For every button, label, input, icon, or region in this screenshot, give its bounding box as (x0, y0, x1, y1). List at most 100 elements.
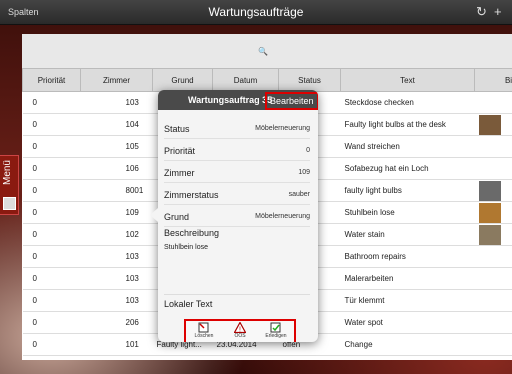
cell-prio: 0 (22, 333, 81, 356)
column-header[interactable]: Text (340, 68, 475, 92)
detail-key: Zimmerstatus (164, 190, 219, 200)
cell-text: Malerarbeiten (340, 267, 475, 290)
top-bar: Spalten Wartungsaufträge ↻ + (0, 0, 512, 25)
detail-row-room-status: Zimmerstatus sauber (164, 184, 310, 205)
cell-image (474, 267, 512, 290)
column-header[interactable]: Status (278, 68, 341, 92)
cell-zimmer: 206 (80, 311, 153, 334)
cell-prio: 0 (22, 245, 81, 268)
detail-key: Priorität (164, 146, 196, 156)
page-title: Wartungsaufträge (208, 5, 304, 19)
cell-image (474, 135, 512, 158)
cell-prio: 0 (22, 223, 81, 246)
cell-text: Faulty light bulbs at the desk (340, 113, 475, 136)
cell-zimmer: 101 (80, 333, 153, 356)
column-header[interactable]: Datum (212, 68, 279, 92)
side-menu-tab[interactable]: Menü (0, 155, 19, 215)
detail-value: sauber (288, 191, 310, 198)
cell-image (474, 157, 512, 180)
complete-label: Erledigen (265, 333, 287, 339)
cell-image (474, 223, 512, 246)
cell-text: Change (340, 333, 475, 356)
cell-image (474, 91, 512, 114)
cell-prio: 0 (22, 179, 81, 202)
detail-row-reason: Grund Möbelerneuerung (164, 206, 310, 227)
order-detail-popover: Wartungsauftrag 35 Bearbeiten Status Möb… (158, 90, 318, 342)
cell-prio: 0 (22, 157, 81, 180)
popover-title: Wartungsauftrag 35 (188, 95, 273, 105)
delete-button[interactable]: Löschen (190, 322, 218, 342)
warning-icon: ! (234, 322, 246, 333)
cell-zimmer: 106 (80, 157, 153, 180)
cell-prio: 0 (22, 91, 81, 114)
delete-label: Löschen (194, 333, 214, 339)
cell-prio: 0 (22, 201, 81, 224)
cell-text: Tür klemmt (340, 289, 475, 312)
cell-prio: 0 (22, 311, 81, 334)
menu-icon (3, 197, 16, 210)
detail-row-priority: Priorität 0 (164, 140, 310, 161)
cell-zimmer: 105 (80, 135, 153, 158)
local-text-label[interactable]: Lokaler Text (164, 294, 310, 315)
cell-zimmer: 102 (80, 223, 153, 246)
refresh-icon[interactable]: ↻ (476, 4, 487, 20)
cell-image (474, 201, 512, 224)
photo-thumbnail[interactable] (478, 180, 501, 201)
cell-image (474, 245, 512, 268)
detail-value: Möbelerneuerung (255, 125, 310, 132)
cell-zimmer: 109 (80, 201, 153, 224)
cell-text: Steckdose checken (340, 91, 475, 114)
cell-text: Water spot (340, 311, 475, 334)
cell-text: Water stain (340, 223, 475, 246)
cell-zimmer: 103 (80, 245, 153, 268)
cell-text: Sofabezug hat ein Loch (340, 157, 475, 180)
cell-zimmer: 104 (80, 113, 153, 136)
cell-image (474, 113, 512, 136)
column-header[interactable]: Bi (474, 68, 512, 92)
description-value: Stuhlbein lose (164, 244, 208, 251)
side-menu-label: Menü (2, 160, 13, 186)
cell-image (474, 333, 512, 356)
search-icon: 🔍 (258, 47, 268, 56)
detail-row-status: Status Möbelerneuerung (164, 118, 310, 139)
cell-text: faulty light bulbs (340, 179, 475, 202)
column-header[interactable]: Zimmer (80, 68, 153, 92)
done-icon (270, 322, 281, 333)
cell-text: Bathroom repairs (340, 245, 475, 268)
cell-text: Stuhlbein lose (340, 201, 475, 224)
detail-key: Status (164, 124, 190, 134)
photo-thumbnail[interactable] (478, 224, 501, 245)
edit-button[interactable]: Bearbeiten (265, 92, 318, 110)
oos-button[interactable]: ! OOS (226, 322, 254, 342)
detail-key: Grund (164, 212, 190, 222)
complete-button[interactable]: Erledigen (262, 322, 290, 342)
cell-zimmer: 8001 (80, 179, 153, 202)
popover-arrow (150, 208, 158, 222)
cell-prio: 0 (22, 113, 81, 136)
column-header[interactable]: Grund (152, 68, 213, 92)
cell-image (474, 179, 512, 202)
cell-prio: 0 (22, 267, 81, 290)
cell-image (474, 311, 512, 334)
detail-row-room: Zimmer 109 (164, 162, 310, 183)
popover-header: Wartungsauftrag 35 Bearbeiten (158, 90, 318, 110)
cell-zimmer: 103 (80, 91, 153, 114)
detail-value: 0 (306, 147, 310, 154)
column-header[interactable]: Priorität (22, 68, 81, 92)
detail-value: Möbelerneuerung (255, 213, 310, 220)
detail-key: Zimmer (164, 168, 195, 178)
delete-icon (198, 322, 209, 333)
description-label: Beschreibung (164, 228, 220, 238)
detail-value: 109 (298, 169, 310, 176)
oos-label: OOS (234, 333, 246, 339)
search-bar[interactable]: 🔍 (22, 34, 512, 68)
cell-text: Wand streichen (340, 135, 475, 158)
cell-prio: 0 (22, 289, 81, 312)
add-icon[interactable]: + (494, 4, 502, 19)
popover-action-toolbar: Löschen ! OOS Erledigen (184, 319, 296, 342)
photo-thumbnail[interactable] (478, 114, 501, 135)
popover-body: Status Möbelerneuerung Priorität 0 Zimme… (158, 110, 318, 318)
cell-image (474, 289, 512, 312)
photo-thumbnail[interactable] (478, 202, 501, 223)
cell-prio: 0 (22, 135, 81, 158)
